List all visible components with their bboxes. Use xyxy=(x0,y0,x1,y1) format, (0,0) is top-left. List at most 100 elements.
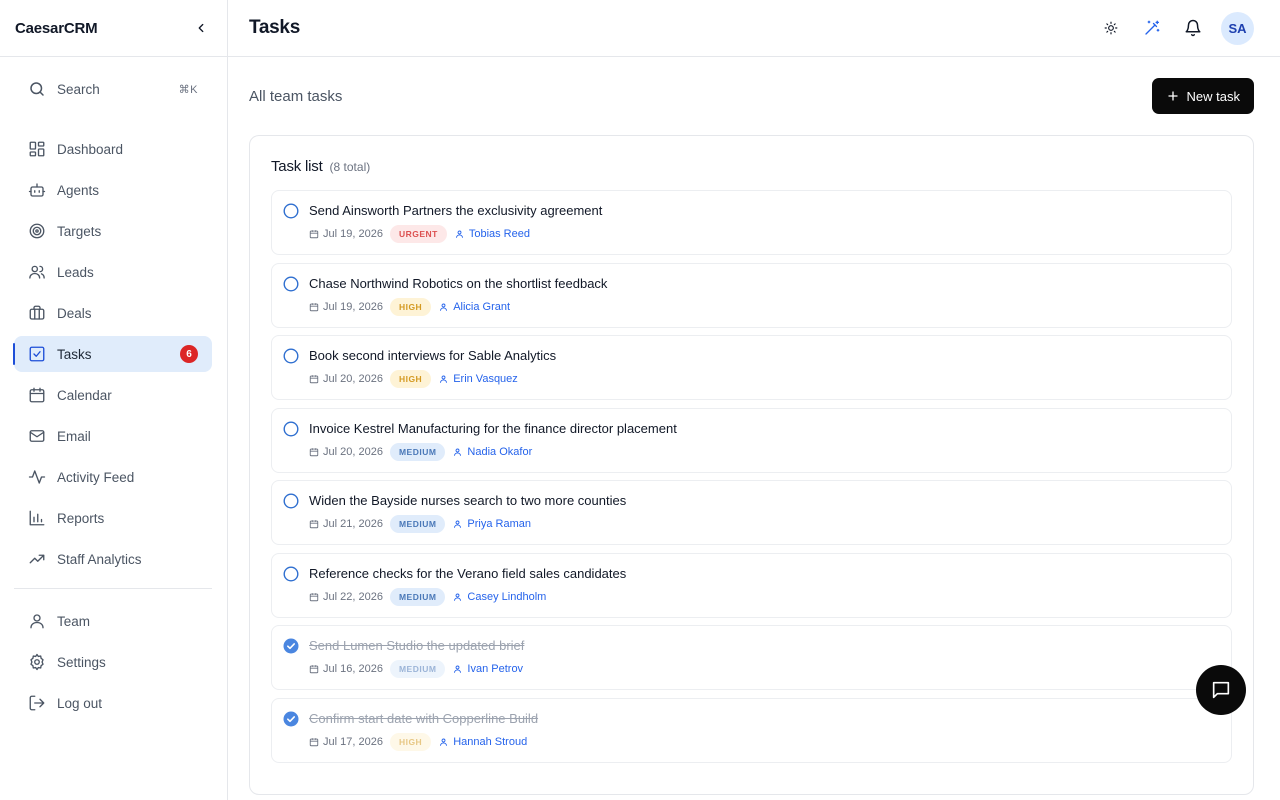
unchecked-circle-icon[interactable] xyxy=(283,203,299,219)
sidebar-item-label: Settings xyxy=(57,654,106,670)
sidebar-item-label: Calendar xyxy=(57,387,112,403)
calendar-icon xyxy=(29,387,45,403)
sidebar-search-label: Search xyxy=(57,81,100,97)
user-icon xyxy=(440,375,448,383)
task-body: Invoice Kestrel Manufacturing for the fi… xyxy=(309,420,1231,472)
task-item[interactable]: Confirm start date with Copperline Build… xyxy=(271,697,1232,763)
task-assignee[interactable]: Ivan Petrov xyxy=(453,663,523,675)
sidebar-item-label: Targets xyxy=(57,223,102,239)
sidebar-item-label: Tasks xyxy=(57,346,92,362)
task-due-date: Jul 19, 2026 xyxy=(323,300,383,313)
magic-wand-icon xyxy=(1145,20,1160,35)
task-item[interactable]: Reference checks for the Verano field sa… xyxy=(271,552,1232,618)
sidebar-item-agents[interactable]: Agents xyxy=(14,172,212,208)
task-item[interactable]: Book second interviews for Sable Analyti… xyxy=(271,335,1232,400)
avatar[interactable]: SA xyxy=(1221,11,1254,45)
sidebar: CaesarCRM Search ⌘K Dashboard Agents Targe… xyxy=(0,0,228,800)
collapse-sidebar-button[interactable] xyxy=(189,16,213,40)
assignee-name: Hannah Stroud xyxy=(453,735,528,748)
task-assignee[interactable]: Tobias Reed xyxy=(455,228,530,240)
task-item[interactable]: Chase Northwind Robotics on the shortlis… xyxy=(271,262,1232,328)
target-icon xyxy=(29,223,45,239)
task-item[interactable]: Invoice Kestrel Manufacturing for the fi… xyxy=(271,407,1232,473)
priority-badge: MEDIUM xyxy=(389,515,446,533)
calendar-icon xyxy=(309,375,319,384)
task-due-date: Jul 22, 2026 xyxy=(323,590,383,603)
task-title: Chase Northwind Robotics on the shortlis… xyxy=(309,275,608,291)
task-item[interactable]: Widen the Bayside nurses search to two m… xyxy=(271,480,1232,545)
tasks-count-badge: 6 xyxy=(180,345,198,363)
activity-icon xyxy=(28,470,46,484)
task-meta: Jul 17, 2026 HIGH Hannah Stroud xyxy=(309,732,1231,751)
unchecked-circle-icon[interactable] xyxy=(283,565,299,582)
sidebar-item-tasks[interactable]: Tasks 6 xyxy=(13,336,212,372)
task-list-title: Task list xyxy=(271,158,323,175)
unchecked-circle-icon[interactable] xyxy=(283,420,299,437)
assignee-name: Erin Vasquez xyxy=(453,373,518,385)
sidebar-item-label: Email xyxy=(57,428,91,444)
task-title: Invoice Kestrel Manufacturing for the fi… xyxy=(309,420,677,436)
sidebar-item-dashboard[interactable]: Dashboard xyxy=(14,131,212,167)
sidebar-item-leads[interactable]: Leads xyxy=(14,254,212,290)
unchecked-circle-icon[interactable] xyxy=(283,275,299,292)
sidebar-item-activity-feed[interactable]: Activity Feed xyxy=(14,459,212,495)
task-assignee[interactable]: Alicia Grant xyxy=(439,301,510,313)
sidebar-item-deals[interactable]: Deals xyxy=(14,295,212,331)
calendar-icon xyxy=(309,592,319,601)
theme-toggle-button[interactable] xyxy=(1095,12,1127,44)
trending-up-icon xyxy=(29,554,45,564)
subheader: All team tasks New task xyxy=(249,57,1254,135)
new-task-label: New task xyxy=(1186,88,1240,104)
sidebar-divider xyxy=(14,588,212,589)
priority-badge: MEDIUM xyxy=(389,442,446,461)
task-item[interactable]: Send Lumen Studio the updated brief Jul 1… xyxy=(271,625,1232,690)
sidebar-item-reports[interactable]: Reports xyxy=(14,500,212,536)
assignee-name: Tobias Reed xyxy=(468,228,530,240)
priority-badge: HIGH xyxy=(389,732,432,751)
top-bar: Tasks SA xyxy=(228,0,1280,57)
task-assignee[interactable]: Hannah Stroud xyxy=(439,736,527,748)
task-title: Book second interviews for Sable Analyti… xyxy=(309,348,557,363)
checked-circle-icon[interactable] xyxy=(283,711,299,727)
user-icon xyxy=(30,614,44,629)
sidebar-item-team[interactable]: Team xyxy=(14,603,212,639)
chat-button[interactable] xyxy=(1196,665,1246,715)
task-assignee[interactable]: Priya Raman xyxy=(453,518,531,530)
task-due-date: Jul 20, 2026 xyxy=(323,373,383,385)
calendar-icon xyxy=(309,230,319,239)
sidebar-item-email[interactable]: Email xyxy=(14,418,212,454)
notifications-button[interactable] xyxy=(1177,12,1209,44)
task-body: Send Lumen Studio the updated brief Jul 1… xyxy=(309,637,1231,689)
sidebar-item-label: Activity Feed xyxy=(57,469,135,485)
logout-icon xyxy=(29,695,45,711)
assignee-name: Casey Lindholm xyxy=(467,590,547,603)
sidebar-search[interactable]: Search ⌘K xyxy=(14,71,212,107)
users-icon xyxy=(29,265,45,279)
chevron-left-icon xyxy=(198,23,204,33)
checkbox-icon xyxy=(29,346,45,362)
sidebar-item-targets[interactable]: Targets xyxy=(14,213,212,249)
sidebar-item-label: Deals xyxy=(57,305,92,321)
task-meta: Jul 16, 2026 MEDIUM Ivan Petrov xyxy=(309,660,1231,678)
task-assignee[interactable]: Casey Lindholm xyxy=(453,591,546,603)
assignee-name: Ivan Petrov xyxy=(467,663,524,675)
new-task-button[interactable]: New task xyxy=(1151,78,1254,114)
sun-icon xyxy=(1104,21,1118,35)
app-logo: CaesarCRM xyxy=(15,19,98,37)
sidebar-item-settings[interactable]: Settings xyxy=(14,644,212,680)
sidebar-item-calendar[interactable]: Calendar xyxy=(14,377,212,413)
ai-assist-button[interactable] xyxy=(1136,12,1168,44)
task-assignee[interactable]: Erin Vasquez xyxy=(439,373,518,385)
unchecked-circle-icon[interactable] xyxy=(283,348,299,364)
unchecked-circle-icon[interactable] xyxy=(283,493,299,509)
task-meta: Jul 19, 2026 URGENT Tobias Reed xyxy=(309,225,1231,243)
task-title: Confirm start date with Copperline Build xyxy=(309,710,539,726)
task-item[interactable]: Send Ainsworth Partners the exclusivity … xyxy=(271,190,1232,255)
checked-circle-icon[interactable] xyxy=(283,638,299,654)
sidebar-item-log-out[interactable]: Log out xyxy=(14,685,212,721)
sidebar-item-label: Agents xyxy=(57,182,100,198)
sidebar-item-staff-analytics[interactable]: Staff Analytics xyxy=(14,541,212,577)
calendar-icon xyxy=(309,520,319,529)
task-assignee[interactable]: Nadia Okafor xyxy=(453,446,532,458)
user-icon xyxy=(440,303,448,311)
